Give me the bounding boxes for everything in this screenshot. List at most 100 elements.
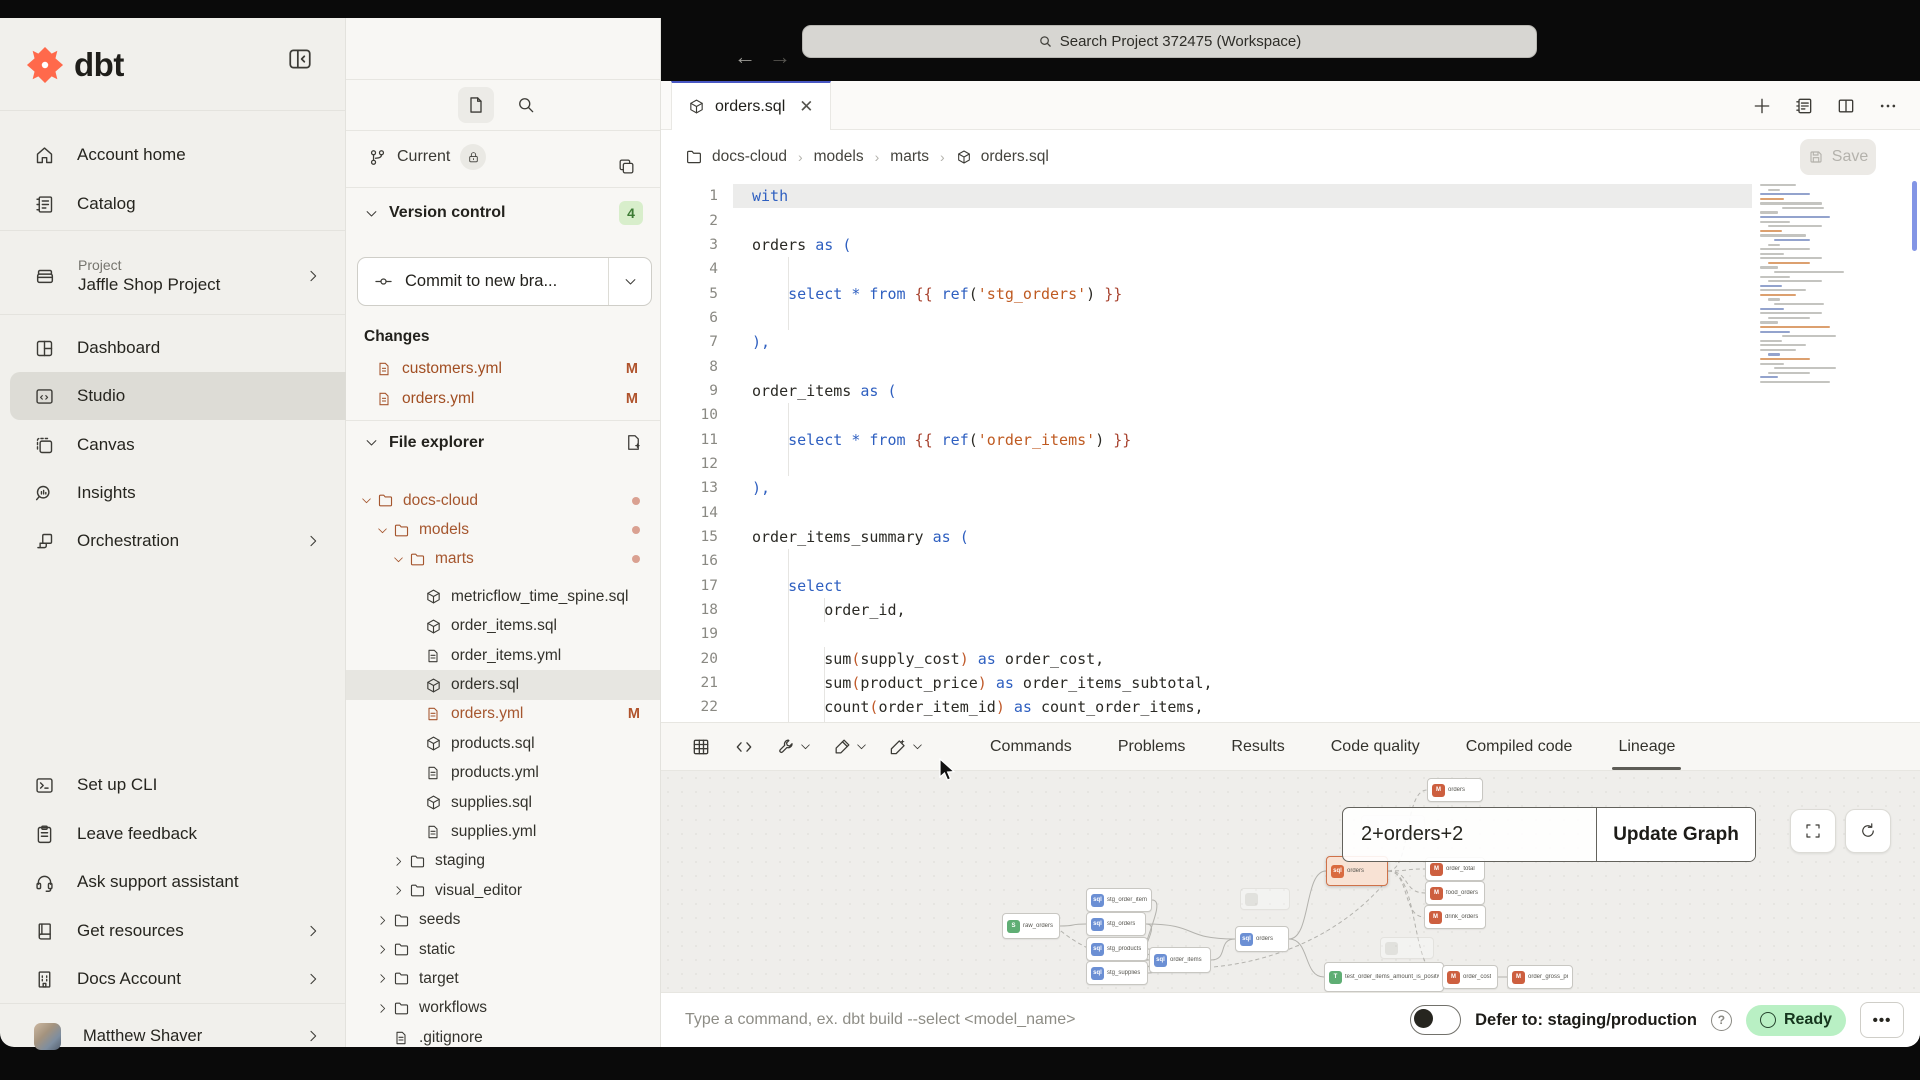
code-line-2[interactable]: 2 xyxy=(661,208,1920,232)
code-line-19[interactable]: 19 xyxy=(661,622,1920,646)
new-tab-icon[interactable] xyxy=(1752,96,1772,116)
lineage-canvas[interactable]: Sraw_orderssqlstg_order_itemssqlstg_orde… xyxy=(661,771,1920,992)
help-icon[interactable]: ? xyxy=(1711,1010,1732,1031)
tree-item-products-sql[interactable]: products.sql xyxy=(346,729,660,758)
panel-tab-problems[interactable]: Problems xyxy=(1118,723,1186,770)
editor-scrollbar[interactable] xyxy=(1912,181,1917,251)
split-editor-icon[interactable] xyxy=(1836,96,1856,116)
code-line-21[interactable]: 21 sum(product_price) as order_items_sub… xyxy=(661,671,1920,695)
tree-item-visual-editor[interactable]: visual_editor xyxy=(346,876,660,905)
tree-item--gitignore[interactable]: .gitignore xyxy=(346,1023,660,1052)
sidebar-item-catalog[interactable]: Catalog xyxy=(0,180,345,228)
lineage-node-orders[interactable]: Morders xyxy=(1427,778,1483,802)
panel-tab-code-quality[interactable]: Code quality xyxy=(1331,723,1420,770)
tab-orders-sql[interactable]: orders.sql ✕ xyxy=(671,81,831,130)
code-line-4[interactable]: 4 xyxy=(661,257,1920,281)
code-line-13[interactable]: 13), xyxy=(661,476,1920,500)
lineage-node-order_cost[interactable]: Morder_cost xyxy=(1442,965,1498,989)
sidebar-item-project[interactable]: Project Jaffle Shop Project xyxy=(0,240,345,312)
code-line-12[interactable]: 12 xyxy=(661,452,1920,476)
commit-options-caret[interactable] xyxy=(608,258,651,305)
close-tab-icon[interactable]: ✕ xyxy=(799,97,813,117)
sidebar-user-menu[interactable]: Matthew Shaver xyxy=(0,1012,345,1060)
update-graph-button[interactable]: Update Graph xyxy=(1597,808,1755,861)
changed-file-row[interactable]: customers.yml M xyxy=(346,354,660,384)
tree-item-staging[interactable]: staging xyxy=(346,847,660,876)
chevron-down-icon[interactable] xyxy=(364,206,379,221)
panel-tab-lineage[interactable]: Lineage xyxy=(1618,723,1675,770)
panel-tab-commands[interactable]: Commands xyxy=(990,723,1072,770)
tree-item-supplies-yml[interactable]: supplies.yml xyxy=(346,817,660,846)
code-line-22[interactable]: 22 count(order_item_id) as count_order_i… xyxy=(661,695,1920,719)
branch-name[interactable]: Current xyxy=(397,148,450,166)
tree-item-products-yml[interactable]: products.yml xyxy=(346,759,660,788)
lineage-node-ghost[interactable] xyxy=(1380,937,1434,959)
code-line-18[interactable]: 18 order_id, xyxy=(661,598,1920,622)
fullscreen-button[interactable] xyxy=(1790,809,1836,853)
panel-tab-compiled-code[interactable]: Compiled code xyxy=(1466,723,1573,770)
chevron-down-icon[interactable] xyxy=(799,740,812,753)
tree-item-supplies-sql[interactable]: supplies.sql xyxy=(346,788,660,817)
changed-file-row[interactable]: orders.yml M xyxy=(346,384,660,414)
lineage-node-stg_products[interactable]: sqlstg_products xyxy=(1086,937,1148,961)
code-line-11[interactable]: 11 select * from {{ ref('order_items') }… xyxy=(661,427,1920,451)
sidebar-item-orchestration[interactable]: Orchestration xyxy=(0,517,345,565)
code-line-6[interactable]: 6 xyxy=(661,306,1920,330)
forward-arrow-icon[interactable]: → xyxy=(769,44,791,70)
tree-item-seeds[interactable]: seeds xyxy=(346,905,660,934)
panel-tab-results[interactable]: Results xyxy=(1231,723,1284,770)
defer-toggle[interactable] xyxy=(1410,1005,1461,1035)
notebook-icon[interactable] xyxy=(1794,96,1814,116)
results-table-icon[interactable] xyxy=(691,737,711,757)
sidebar-item-get-resources[interactable]: Get resources xyxy=(0,907,345,955)
code-icon[interactable] xyxy=(734,737,754,757)
version-control-title[interactable]: Version control xyxy=(389,204,505,222)
code-line-14[interactable]: 14 xyxy=(661,500,1920,524)
sidebar-item-support-assistant[interactable]: Ask support assistant xyxy=(0,858,345,906)
sidebar-item-insights[interactable]: Insights xyxy=(0,469,345,517)
search-files-icon[interactable] xyxy=(508,87,544,123)
code-line-15[interactable]: 15order_items_summary as ( xyxy=(661,525,1920,549)
sidebar-item-docs-account[interactable]: Docs Account xyxy=(0,955,345,1003)
lineage-node-test_order_items_amount_is_positive[interactable]: Ttest_order_items_amount_is_positive xyxy=(1324,962,1444,992)
tree-item-metricflow-time-spine-sql[interactable]: metricflow_time_spine.sql xyxy=(346,582,660,611)
sidebar-item-canvas[interactable]: Canvas xyxy=(0,421,345,469)
code-line-7[interactable]: 7), xyxy=(661,330,1920,354)
format-brush-icon[interactable] xyxy=(833,737,852,756)
code-editor[interactable]: 1with23orders as (45 select * from {{ re… xyxy=(661,184,1920,722)
chevron-down-icon[interactable] xyxy=(911,740,924,753)
breadcrumb-part[interactable]: marts xyxy=(890,148,929,166)
tree-item-orders-sql[interactable]: orders.sql xyxy=(346,670,660,699)
sidebar-item-studio[interactable]: Studio xyxy=(10,372,346,420)
chevron-down-icon[interactable] xyxy=(364,435,379,450)
breadcrumb-file[interactable]: orders.sql xyxy=(981,148,1049,166)
build-wrench-icon[interactable] xyxy=(777,737,796,756)
collapse-sidebar-icon[interactable] xyxy=(287,46,313,72)
commit-button[interactable]: Commit to new bra... xyxy=(357,257,652,306)
sidebar-item-leave-feedback[interactable]: Leave feedback xyxy=(0,810,345,858)
lineage-node-order_gross_profit[interactable]: Morder_gross_profit xyxy=(1507,965,1573,989)
code-line-17[interactable]: 17 select xyxy=(661,574,1920,598)
tree-item-models[interactable]: models xyxy=(346,515,660,544)
back-arrow-icon[interactable]: ← xyxy=(734,44,756,70)
save-button[interactable]: Save xyxy=(1800,139,1876,175)
tree-item-order-items-sql[interactable]: order_items.sql xyxy=(346,612,660,641)
code-line-16[interactable]: 16 xyxy=(661,549,1920,573)
editor-minimap[interactable] xyxy=(1758,184,1854,394)
new-file-icon[interactable] xyxy=(458,87,494,123)
tree-item-docs-cloud[interactable]: docs-cloud xyxy=(346,486,660,515)
command-input[interactable]: Type a command, ex. dbt build --select <… xyxy=(685,1011,1075,1029)
more-options-icon[interactable] xyxy=(1878,96,1898,116)
status-more-button[interactable]: ••• xyxy=(1860,1002,1904,1038)
code-line-10[interactable]: 10 xyxy=(661,403,1920,427)
copy-branch-icon[interactable] xyxy=(608,148,644,184)
tree-item-workflows[interactable]: workflows xyxy=(346,994,660,1023)
tree-item-target[interactable]: target xyxy=(346,964,660,993)
lineage-selector-input[interactable]: 2+orders+2 xyxy=(1343,808,1597,861)
tree-item-static[interactable]: static xyxy=(346,935,660,964)
code-line-9[interactable]: 9order_items as ( xyxy=(661,379,1920,403)
refresh-button[interactable] xyxy=(1845,809,1891,853)
sidebar-item-dashboard[interactable]: Dashboard xyxy=(0,324,345,372)
lineage-node-stg_supplies[interactable]: sqlstg_supplies xyxy=(1086,961,1148,985)
file-explorer-title[interactable]: File explorer xyxy=(389,434,484,452)
